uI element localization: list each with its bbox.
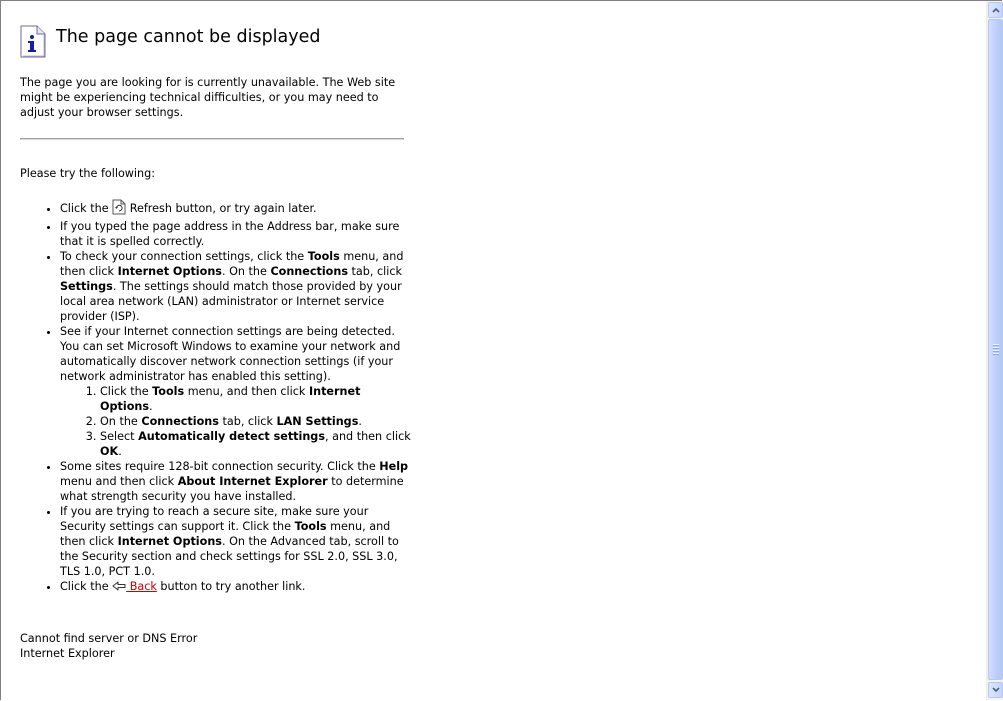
vertical-scrollbar[interactable] — [986, 1, 1003, 700]
grip-line — [993, 350, 999, 352]
browser-name: Internet Explorer — [20, 647, 115, 660]
list-item-connection: To check your connection settings, click… — [60, 249, 412, 324]
list-item-security-128: Some sites require 128-bit connection se… — [60, 459, 412, 504]
chevron-up-icon — [992, 7, 1000, 13]
list-item-address: If you typed the page address in the Add… — [60, 219, 412, 249]
intro-text: The page you are looking for is currentl… — [20, 76, 396, 119]
step-3: Select Automatically detect settings, an… — [100, 429, 412, 459]
scroll-thumb[interactable] — [988, 19, 1003, 680]
scroll-up-button[interactable] — [988, 2, 1003, 18]
list-item-detect: See if your Internet connection settings… — [60, 324, 412, 459]
step-1: Click the Tools menu, and then click Int… — [100, 384, 412, 414]
list-item-back: Click the Back button to try another lin… — [60, 579, 412, 597]
list-item-secure-site: If you are trying to reach a secure site… — [60, 504, 412, 579]
page-header: The page cannot be displayed — [20, 24, 321, 58]
grip-line — [993, 353, 999, 355]
refresh-icon[interactable] — [112, 199, 126, 219]
scroll-down-button[interactable] — [988, 682, 1003, 698]
detect-steps: Click the Tools menu, and then click Int… — [60, 384, 412, 459]
grip-line — [993, 347, 999, 349]
grip-line — [993, 344, 999, 346]
step-2: On the Connections tab, click LAN Settin… — [100, 414, 412, 429]
back-arrow-icon[interactable] — [112, 581, 126, 597]
back-link[interactable]: Back — [126, 580, 157, 593]
info-icon — [20, 24, 46, 58]
try-heading: Please try the following: — [20, 167, 156, 180]
tips-list: Click the Refresh button, or try again l… — [20, 199, 412, 597]
divider — [20, 138, 404, 140]
list-item-refresh: Click the Refresh button, or try again l… — [60, 199, 412, 219]
footer: Cannot find server or DNS Error Internet… — [20, 631, 197, 661]
error-type: Cannot find server or DNS Error — [20, 632, 198, 645]
page-title: The page cannot be displayed — [56, 27, 321, 47]
chevron-down-icon — [992, 687, 1000, 693]
